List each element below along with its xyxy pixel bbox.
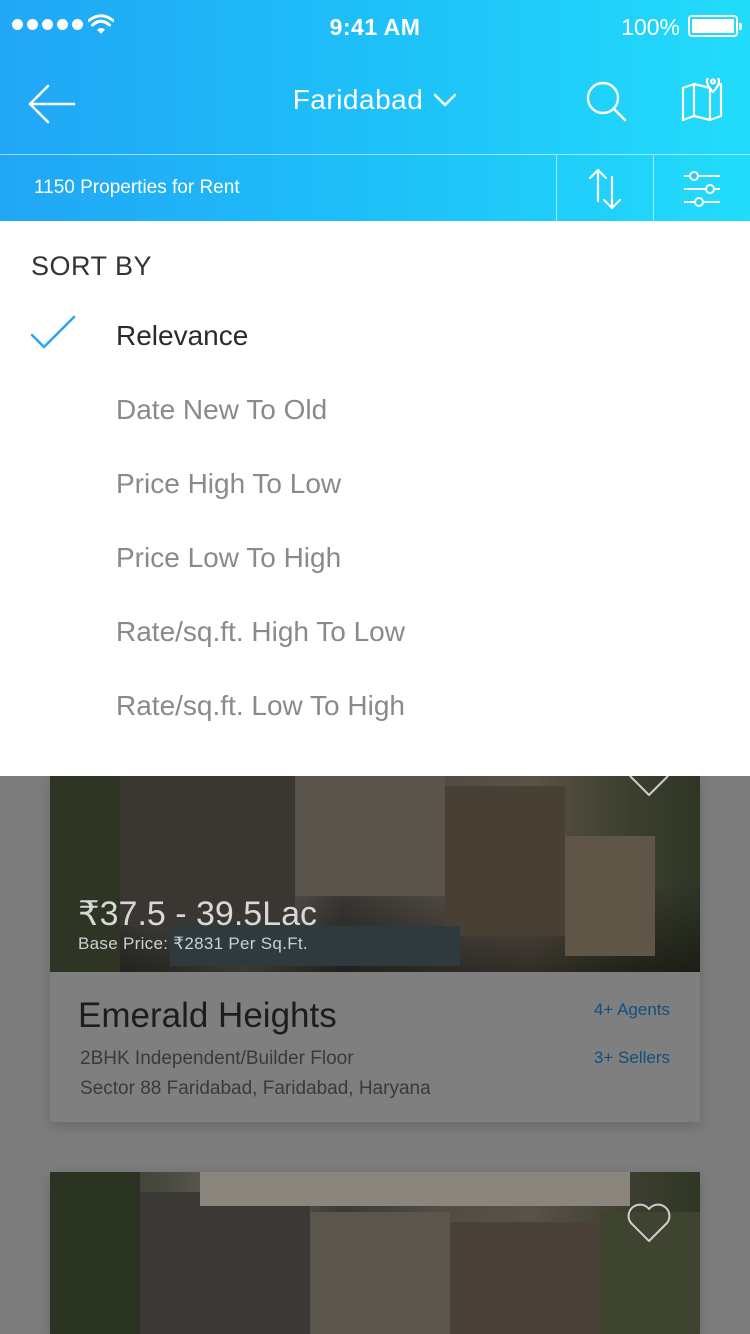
listing-base-price: Base Price: ₹2831 Per Sq.Ft. [78,934,308,953]
property-address: Sector 88 Faridabad, Faridabad, Haryana [80,1078,431,1099]
sort-option-label: Relevance [116,320,249,351]
app-header: 9:41 AM 100% Faridabad 1150 Properties f… [0,0,750,222]
sort-sheet: SORT BY Relevance Date New To Old Price … [0,221,750,776]
property-image [50,1172,700,1334]
results-bar: 1150 Properties for Rent [0,154,750,222]
back-button[interactable] [26,78,78,130]
city-selector: Faridabad [0,84,750,116]
arrow-left-icon [28,84,76,124]
listing-price: ₹37.5 - 39.5Lac [78,895,318,933]
status-bar: 9:41 AM 100% [0,0,750,54]
property-type: 2BHK Independent/Builder Floor [80,1048,354,1069]
battery-icon [688,15,742,37]
search-icon [586,81,627,122]
results-count: 1150 Properties for Rent [34,177,240,198]
sort-option-date-new-to-old[interactable]: Date New To Old [0,373,750,447]
heart-icon[interactable] [626,1202,672,1244]
sliders-icon [684,170,720,207]
chevron-down-icon[interactable] [433,93,457,107]
sort-button[interactable] [556,155,653,222]
sellers-link[interactable]: 3+ Sellers [594,1048,670,1068]
map-button[interactable] [680,78,724,122]
nav-bar: Faridabad [0,54,750,154]
battery-percentage: 100% [621,14,680,40]
sort-option-price-low-to-high[interactable]: Price Low To High [0,521,750,595]
agents-link[interactable]: 4+ Agents [594,1000,670,1020]
sort-option-label: Price Low To High [116,542,342,573]
sort-option-label: Rate/sq.ft. High To Low [116,616,405,647]
sort-option-rate-low-to-high[interactable]: Rate/sq.ft. Low To High [0,669,750,743]
sort-option-label: Date New To Old [116,394,328,425]
property-image: ₹37.5 - 39.5Lac Base Price: ₹2831 Per Sq… [50,776,700,972]
sort-option-label: Price High To Low [116,468,342,499]
listing-card[interactable] [50,1172,700,1334]
search-button[interactable] [584,79,628,123]
sort-arrows-icon [588,168,622,209]
sort-option-price-high-to-low[interactable]: Price High To Low [0,447,750,521]
sort-option-rate-high-to-low[interactable]: Rate/sq.ft. High To Low [0,595,750,669]
city-selector-label[interactable]: Faridabad [293,84,424,116]
check-icon [30,315,76,349]
sort-option-label: Rate/sq.ft. Low To High [116,690,405,721]
sort-title: SORT BY [31,251,153,281]
listing-details: Emerald Heights 2BHK Independent/Builder… [50,972,700,1122]
heart-icon[interactable] [626,776,672,798]
sort-option-relevance[interactable]: Relevance [0,299,750,373]
filter-button[interactable] [653,155,750,222]
map-icon [681,78,723,122]
listing-card[interactable]: ₹37.5 - 39.5Lac Base Price: ₹2831 Per Sq… [50,776,700,1122]
listing-list: ₹37.5 - 39.5Lac Base Price: ₹2831 Per Sq… [0,776,750,1334]
property-name: Emerald Heights [78,996,337,1035]
